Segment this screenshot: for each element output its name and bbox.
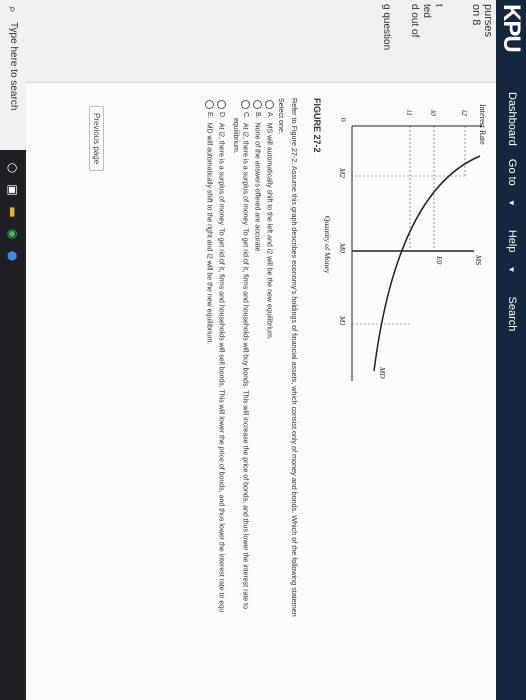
answer-option-d[interactable]: D. At i2, there is a surplus of money. To… — [217, 100, 226, 612]
sidebar-flag-question[interactable]: g question — [381, 4, 392, 50]
nav-help-label: Help — [506, 229, 518, 253]
site-logo[interactable]: KPU — [497, 4, 525, 52]
question-prompt: Refer to Figure 27-2. Assume this graph … — [290, 98, 299, 617]
y-axis-label: Interest Rate — [478, 104, 487, 145]
question-content: Interest Rate Quantity of Money 0 i2 i0 … — [32, 96, 492, 696]
chrome-icon[interactable]: ◉ — [5, 226, 21, 242]
supply-label: MS — [474, 254, 483, 265]
answer-option-b[interactable]: B. None of the answers offered are accura… — [253, 100, 262, 253]
sidebar-question-number: on 8 — [470, 4, 482, 26]
taskbar-search-box[interactable]: ⌕ Type here to search — [0, 0, 26, 150]
option-letter: B. — [253, 112, 261, 119]
tick-i2: i2 — [460, 110, 469, 116]
figure-title: FIGURE 27-2 — [312, 98, 322, 153]
equilibrium-label: E0 — [435, 255, 444, 265]
sidebar-status: t — [433, 4, 444, 7]
nav-menu: Dashboard Go to ▼ Help ▼ Search — [506, 92, 518, 341]
windows-taskbar: ⌕ Type here to search ○ ▣ ▬ ◉ ● N — [0, 0, 26, 700]
answer-option-c[interactable]: C. At i2, there is a surplus of money. To… — [241, 100, 250, 609]
option-c-continuation: equilibrium. — [232, 118, 239, 154]
origin-label: 0 — [339, 118, 348, 122]
radio-button[interactable] — [217, 100, 226, 109]
chevron-down-icon: ▼ — [507, 265, 516, 274]
money-market-graph: Interest Rate Quantity of Money 0 i2 i0 … — [323, 104, 487, 381]
tick-m0: M0 — [338, 242, 347, 253]
previous-page-button[interactable]: Previous page — [89, 106, 104, 172]
money-demand-curve — [373, 155, 481, 372]
tick-i0: i0 — [429, 110, 438, 116]
option-text: At i2, there is a surplus of money. To g… — [217, 123, 225, 613]
search-icon: ⌕ — [6, 6, 20, 13]
demand-label: MD — [378, 366, 387, 379]
option-text: None of the answers offered are accurate… — [253, 122, 261, 254]
edge-icon[interactable]: ● — [5, 248, 21, 264]
rotated-page: KPU Dashboard Go to ▼ Help ▼ Search purs… — [0, 0, 526, 700]
option-text: MS will automatically shift to the left … — [265, 122, 273, 340]
nav-dashboard[interactable]: Dashboard — [506, 92, 518, 146]
option-text: At i2, there is a surplus of money. To g… — [241, 123, 249, 609]
radio-button[interactable] — [205, 100, 214, 109]
select-one-label: Select one: — [277, 98, 286, 134]
sidebar-status-2: ted — [421, 4, 432, 18]
tick-m1: M1 — [338, 315, 347, 326]
tick-i1: i1 — [405, 110, 414, 116]
nav-goto-label: Go to — [506, 158, 518, 186]
nav-help[interactable]: Help ▼ — [506, 230, 518, 284]
x-axis-label: Quantity of Money — [323, 216, 332, 274]
radio-button[interactable] — [265, 100, 274, 109]
option-letter: C. — [241, 112, 249, 119]
course-sidebar: purses on 8 t ted d out of g question — [26, 0, 496, 83]
task-view-icon[interactable]: ▣ — [5, 182, 21, 198]
answer-option-e[interactable]: E. MD will automatically shift to the rig… — [205, 100, 214, 344]
sidebar-courses[interactable]: purses — [482, 4, 494, 37]
option-letter: D. — [217, 112, 225, 119]
taskbar-search-placeholder: Type here to search — [8, 22, 19, 111]
radio-button[interactable] — [253, 100, 262, 109]
option-letter: E. — [205, 112, 213, 119]
answer-option-a[interactable]: A. MS will automatically shift to the lef… — [265, 100, 274, 340]
nav-search[interactable]: Search — [506, 297, 518, 332]
file-explorer-icon[interactable]: ▬ — [5, 204, 21, 220]
chevron-down-icon: ▼ — [507, 198, 516, 207]
option-letter: A. — [265, 112, 273, 119]
nav-goto[interactable]: Go to ▼ — [506, 159, 518, 217]
screen: KPU Dashboard Go to ▼ Help ▼ Search purs… — [0, 0, 526, 700]
option-text: MD will automatically shift to the right… — [205, 122, 213, 345]
radio-button[interactable] — [241, 100, 250, 109]
cortana-icon[interactable]: ○ — [5, 160, 21, 176]
sidebar-marks: d out of — [409, 4, 420, 38]
top-nav-bar: KPU Dashboard Go to ▼ Help ▼ Search — [496, 0, 526, 700]
tick-m2: M2 — [338, 167, 347, 178]
